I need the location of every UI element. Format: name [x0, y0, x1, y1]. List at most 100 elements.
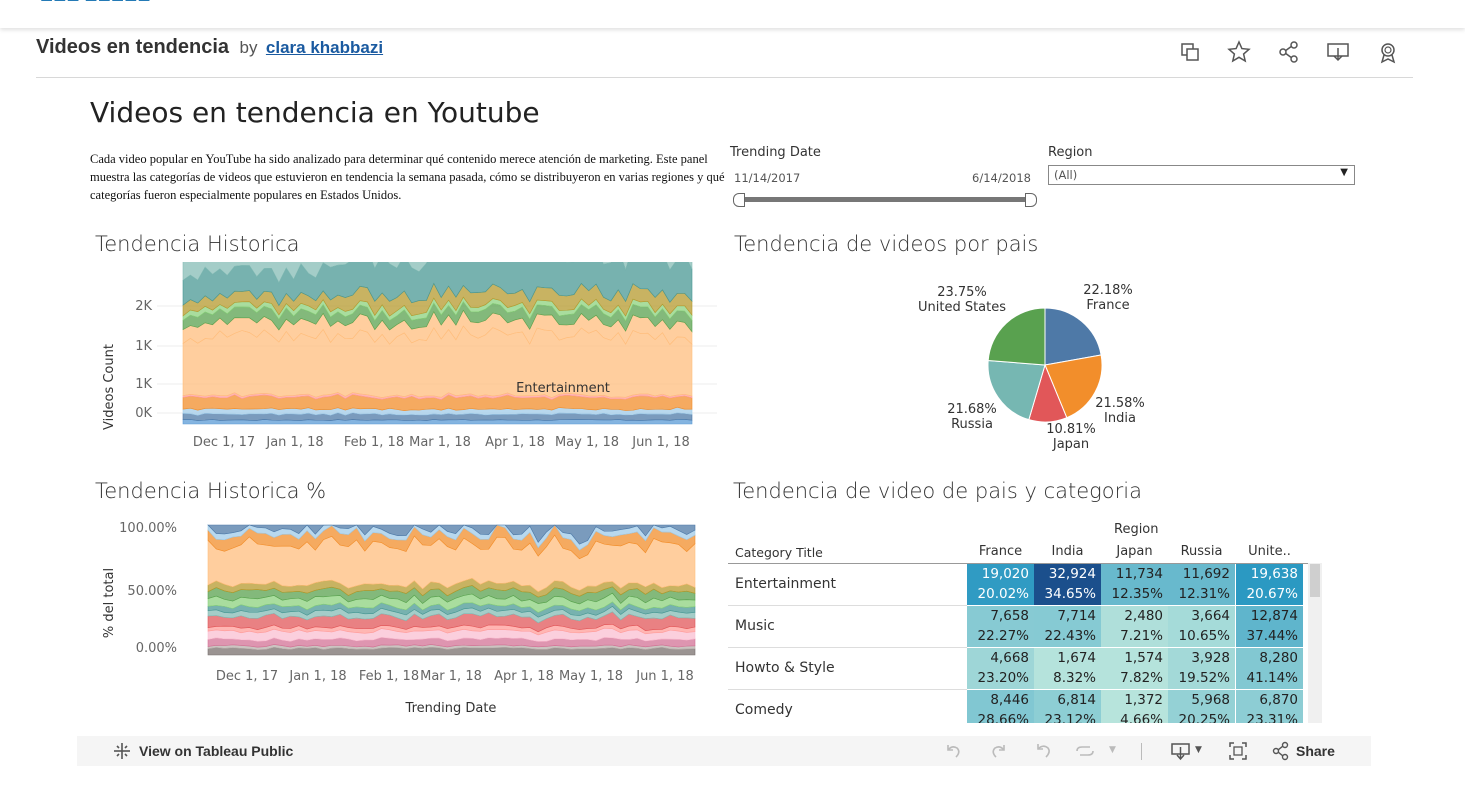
heatmap-cell[interactable]: 7,714 22.43%: [1034, 606, 1101, 647]
x-tick-label: Apr 1, 18: [485, 435, 545, 450]
region-select[interactable]: (All) ▼: [1048, 165, 1355, 185]
heatmap-cell[interactable]: 19,020 20.02%: [967, 564, 1034, 605]
cell-percent: 34.65%: [1044, 586, 1096, 602]
viz-title: Videos en tendencia: [36, 36, 230, 58]
pie-name-united-states: United States: [917, 300, 1007, 315]
award-icon[interactable]: [1376, 40, 1400, 64]
download-icon[interactable]: [1170, 741, 1192, 761]
undo-icon[interactable]: [943, 741, 963, 761]
x-tick-label: Jun 1, 18: [631, 435, 690, 450]
table-scrollbar-track[interactable]: [1308, 563, 1322, 723]
pie-name-russia: Russia: [951, 417, 993, 432]
cell-count: 32,924: [1048, 566, 1096, 582]
revert-icon[interactable]: [1034, 741, 1054, 761]
cell-percent: 23.31%: [1246, 712, 1298, 723]
pie-label-russia: 21.68% Russia: [942, 402, 1002, 432]
heatmap-cell[interactable]: 1,574 7.82%: [1101, 648, 1168, 689]
historica-pct-area-chart[interactable]: % del total 100.00% 50.00% 0.00% Dec 1, 17…: [95, 515, 725, 720]
download-dropdown-icon[interactable]: ▼: [1195, 745, 1202, 755]
share-button[interactable]: Share: [1296, 743, 1335, 759]
pie-pct-russia: 21.68%: [947, 402, 997, 417]
pais-pie-chart[interactable]: [985, 305, 1105, 425]
heatmap-cell[interactable]: 8,280 41.14%: [1236, 648, 1303, 689]
pais-categoria-table[interactable]: Region Category Title France India Japan Ru…: [728, 518, 1322, 723]
copy-icon[interactable]: [1178, 40, 1202, 64]
heatmap-cell[interactable]: 32,924 34.65%: [1034, 564, 1101, 605]
download-icon[interactable]: [1326, 40, 1350, 64]
pie-pct-united-states: 23.75%: [937, 285, 987, 300]
star-icon[interactable]: [1227, 40, 1251, 64]
cell-count: 8,446: [990, 692, 1029, 708]
heatmap-cell[interactable]: 6,870 23.31%: [1236, 690, 1303, 723]
cell-count: 8,280: [1259, 650, 1298, 666]
heatmap-cell[interactable]: 3,664 10.65%: [1168, 606, 1235, 647]
date-range-slider-track[interactable]: [739, 197, 1031, 202]
heatmap-cell[interactable]: 1,674 8.32%: [1034, 648, 1101, 689]
heatmap-cell[interactable]: 11,692 12.31%: [1168, 564, 1235, 605]
header-divider: [36, 77, 1413, 78]
heatmap-cell[interactable]: 11,734 12.35%: [1101, 564, 1168, 605]
row-label: Entertainment: [735, 576, 837, 592]
cell-count: 1,574: [1124, 650, 1163, 666]
y-tick-label: 100.00%: [119, 521, 177, 536]
pie-slice-united-states[interactable]: [987, 307, 1046, 366]
y-tick-label: 0.00%: [136, 641, 177, 656]
pie-label-france: 22.18% France: [1078, 283, 1138, 313]
view-on-tableau-public-link[interactable]: View on Tableau Public: [139, 743, 293, 759]
x-tick-label: Jan 1, 18: [265, 435, 323, 450]
x-tick-label: May 1, 18: [559, 669, 623, 684]
date-range-end-handle[interactable]: [1025, 193, 1037, 207]
column-label: Unite..: [1248, 544, 1291, 559]
heatmap-cell[interactable]: 1,372 4.66%: [1101, 690, 1168, 723]
heatmap-cell[interactable]: 5,968 20.25%: [1168, 690, 1235, 723]
cell-count: 1,372: [1124, 692, 1163, 708]
pie-label-united-states: 23.75% United States: [912, 285, 1012, 315]
cell-percent: 19.52%: [1178, 670, 1230, 686]
share-icon[interactable]: [1277, 40, 1301, 64]
author-link[interactable]: clara khabbazi: [266, 38, 383, 57]
historica-area-chart[interactable]: Videos Count 2K 1K 1K 0K Entertainment Dec …: [95, 262, 725, 462]
cell-percent: 20.25%: [1178, 712, 1230, 723]
refresh-icon[interactable]: [1074, 741, 1096, 761]
cell-percent: 37.44%: [1246, 628, 1298, 644]
x-tick-label: Jun 1, 18: [635, 669, 694, 684]
cell-count: 3,664: [1191, 608, 1230, 624]
heatmap-cell[interactable]: 2,480 7.21%: [1101, 606, 1168, 647]
pie-label-japan: 10.81% Japan: [1040, 422, 1102, 452]
cell-count: 19,638: [1250, 566, 1298, 582]
section-title-pais-categoria: Tendencia de video de pais y categoria: [733, 479, 1142, 503]
pie-pct-india: 21.58%: [1095, 396, 1145, 411]
heatmap-cell[interactable]: 3,928 19.52%: [1168, 648, 1235, 689]
dashboard-title: Videos en tendencia en Youtube: [90, 96, 540, 129]
share-icon[interactable]: [1271, 741, 1291, 761]
entertainment-annotation: Entertainment: [516, 381, 610, 396]
row-divider: [728, 647, 967, 648]
date-range-start-handle[interactable]: [733, 193, 745, 207]
pie-pct-france: 22.18%: [1083, 283, 1133, 298]
toolbar-separator: [1141, 743, 1142, 760]
heatmap-cell[interactable]: 4,668 23.20%: [967, 648, 1034, 689]
redo-icon[interactable]: [989, 741, 1009, 761]
table-scrollbar-thumb[interactable]: [1310, 564, 1320, 597]
heatmap-cell[interactable]: 6,814 23.12%: [1034, 690, 1101, 723]
pie-pct-japan: 10.81%: [1046, 422, 1096, 437]
fullscreen-icon[interactable]: [1228, 741, 1248, 761]
tableau-bottom-toolbar: View on Tableau Public ▼ ▼ Share: [77, 736, 1371, 766]
cell-count: 6,814: [1057, 692, 1096, 708]
area-series[interactable]: [182, 325, 693, 398]
refresh-dropdown-icon[interactable]: ▼: [1109, 745, 1116, 755]
heatmap-cell[interactable]: 7,658 22.27%: [967, 606, 1034, 647]
heatmap-cell[interactable]: 8,446 28.66%: [967, 690, 1034, 723]
cell-percent: 12.31%: [1178, 586, 1230, 602]
row-divider: [728, 605, 967, 606]
heatmap-cell[interactable]: 19,638 20.67%: [1236, 564, 1303, 605]
column-header-region: Region: [1114, 522, 1159, 537]
column-label: France: [978, 544, 1023, 559]
tableau-public-logo[interactable]: ▬▬▬ ▬▬▬▬▬: [40, 0, 210, 4]
y-axis-title: % del total: [102, 568, 117, 638]
heatmap-cell[interactable]: 12,874 37.44%: [1236, 606, 1303, 647]
y-tick-label: 1K: [135, 377, 152, 392]
tableau-logo-icon: [114, 743, 130, 759]
section-title-historica: Tendencia Historica: [95, 232, 300, 256]
cell-percent: 20.02%: [977, 586, 1029, 602]
